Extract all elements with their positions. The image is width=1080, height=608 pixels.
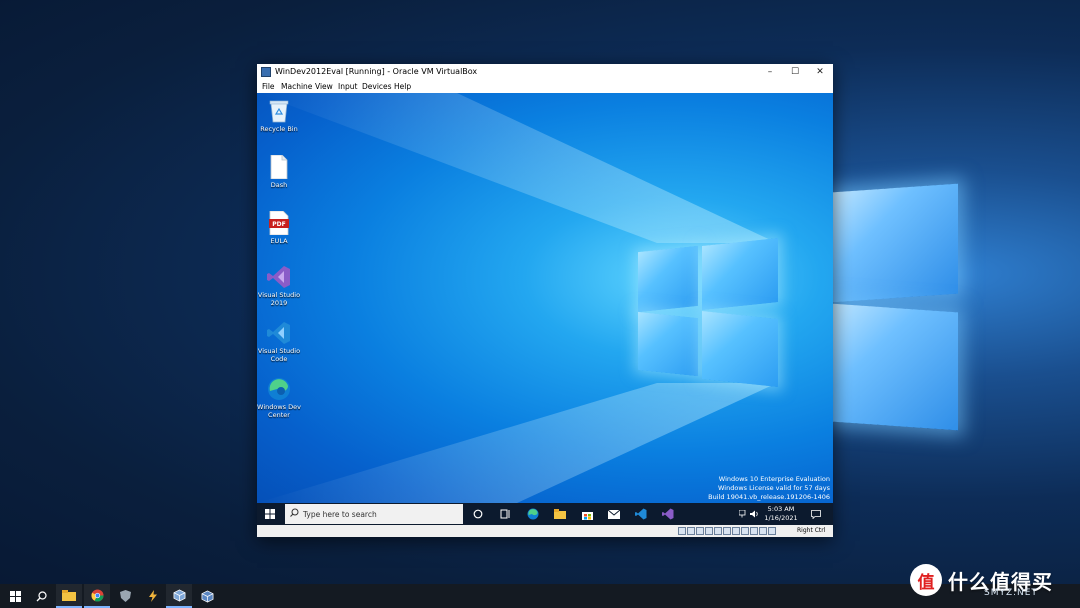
evaluation-watermark: Windows 10 Enterprise Evaluation Windows…: [708, 475, 830, 502]
host-virtualbox-vm-icon[interactable]: [194, 584, 220, 608]
watermark-subtext: SMYZ.NET: [984, 588, 1038, 598]
edge-icon: [267, 377, 291, 401]
task-view-icon[interactable]: [494, 503, 516, 525]
search-placeholder: Type here to search: [303, 509, 377, 519]
eval-build: Build 19041.vb_release.191206-1406: [708, 493, 830, 501]
desktop-icon-label: EULA: [270, 237, 288, 245]
desktop-icon-dash[interactable]: Dash: [257, 155, 301, 189]
vm-window-title: WinDev2012Eval [Running] - Oracle VM Vir…: [275, 67, 478, 76]
menu-input[interactable]: Input: [338, 82, 357, 91]
menu-view[interactable]: View: [315, 82, 333, 91]
svg-text:PDF: PDF: [272, 221, 285, 228]
visual-studio-taskbar-icon[interactable]: [657, 503, 679, 525]
host-lightning-app-icon[interactable]: [140, 584, 166, 608]
host-windows-logo: [832, 180, 962, 431]
maximize-button[interactable]: ☐: [782, 65, 808, 79]
menu-machine[interactable]: Machine: [281, 82, 312, 91]
network-adapter-icon[interactable]: [705, 527, 713, 535]
minimize-button[interactable]: –: [757, 65, 783, 79]
guest-taskbar: Type here to search 5:03 AM 1/16/2021: [257, 503, 833, 525]
keyboard-icon[interactable]: [768, 527, 776, 535]
virtualbox-vm-window: WinDev2012Eval [Running] - Oracle VM Vir…: [257, 64, 833, 537]
windows-start-icon: [265, 509, 275, 519]
watermark-logo-icon: 值: [910, 564, 942, 596]
search-icon: [285, 508, 303, 520]
host-chrome-icon[interactable]: [84, 584, 110, 608]
clock-date: 1/16/2021: [764, 514, 798, 522]
menu-devices[interactable]: Devices: [362, 82, 392, 91]
network-icon[interactable]: [739, 503, 748, 525]
menu-help[interactable]: Help: [394, 82, 411, 91]
host-virtualbox-icon[interactable]: [166, 584, 192, 608]
file-explorer-icon[interactable]: [549, 503, 571, 525]
menu-file[interactable]: File: [262, 82, 275, 91]
hard-disk-icon[interactable]: [678, 527, 686, 535]
guest-start-button[interactable]: [257, 503, 283, 525]
cpu-icon[interactable]: [750, 527, 758, 535]
pdf-icon: PDF: [267, 211, 291, 235]
host-start-button[interactable]: [2, 584, 28, 608]
mouse-integration-icon[interactable]: [759, 527, 767, 535]
optical-drive-icon[interactable]: [687, 527, 695, 535]
desktop-icon-label: Visual Studio 2019: [257, 291, 301, 307]
recording-icon[interactable]: [741, 527, 749, 535]
close-button[interactable]: ✕: [807, 65, 833, 79]
vscode-icon: [267, 321, 291, 345]
desktop-icon-label: Dash: [270, 181, 288, 189]
desktop-icon-visual-studio-code[interactable]: Visual Studio Code: [257, 321, 301, 363]
desktop-icon-eula[interactable]: PDF EULA: [257, 211, 301, 245]
shared-folder-icon[interactable]: [723, 527, 731, 535]
host-key-label: Right Ctrl: [797, 527, 826, 534]
desktop-icon-visual-studio-2019[interactable]: Visual Studio 2019: [257, 265, 301, 307]
display-icon[interactable]: [732, 527, 740, 535]
recycle-bin-icon: [267, 99, 291, 123]
vscode-taskbar-icon[interactable]: [630, 503, 652, 525]
edge-taskbar-icon[interactable]: [522, 503, 544, 525]
vm-titlebar[interactable]: WinDev2012Eval [Running] - Oracle VM Vir…: [257, 64, 833, 80]
store-icon[interactable]: [576, 503, 598, 525]
desktop-icon-label: Visual Studio Code: [257, 347, 301, 363]
desktop-icon-windows-dev-center[interactable]: Windows Dev Center: [257, 377, 301, 419]
eval-edition: Windows 10 Enterprise Evaluation: [718, 475, 830, 483]
host-shield-icon[interactable]: [112, 584, 138, 608]
desktop-icon-recycle-bin[interactable]: Recycle Bin: [257, 99, 301, 133]
vm-menubar: File Machine View Input Devices Help: [257, 80, 833, 93]
volume-icon[interactable]: [750, 503, 759, 525]
mail-icon[interactable]: [603, 503, 625, 525]
audio-icon[interactable]: [696, 527, 704, 535]
guest-desktop: Recycle Bin Dash PDF EULA Visual Studio …: [257, 93, 833, 503]
vm-status-icons: [678, 527, 776, 535]
notification-icon[interactable]: [805, 503, 827, 525]
virtualbox-app-icon: [261, 67, 271, 77]
visual-studio-icon: [267, 265, 291, 289]
eval-license: Windows License valid for 57 days: [718, 484, 830, 492]
vm-status-bar: Right Ctrl: [257, 525, 833, 537]
desktop-icon-label: Recycle Bin: [260, 125, 298, 133]
guest-search-box[interactable]: Type here to search: [285, 504, 463, 524]
desktop-icon-label: Windows Dev Center: [257, 403, 301, 419]
clock-time: 5:03 AM: [767, 505, 795, 513]
host-file-explorer-icon[interactable]: [56, 584, 82, 608]
guest-windows-logo: [638, 238, 778, 387]
host-search-icon[interactable]: [28, 584, 54, 608]
usb-icon[interactable]: [714, 527, 722, 535]
system-clock[interactable]: 5:03 AM 1/16/2021: [761, 505, 801, 523]
text-file-icon: [267, 155, 291, 179]
cortana-icon[interactable]: [467, 503, 489, 525]
